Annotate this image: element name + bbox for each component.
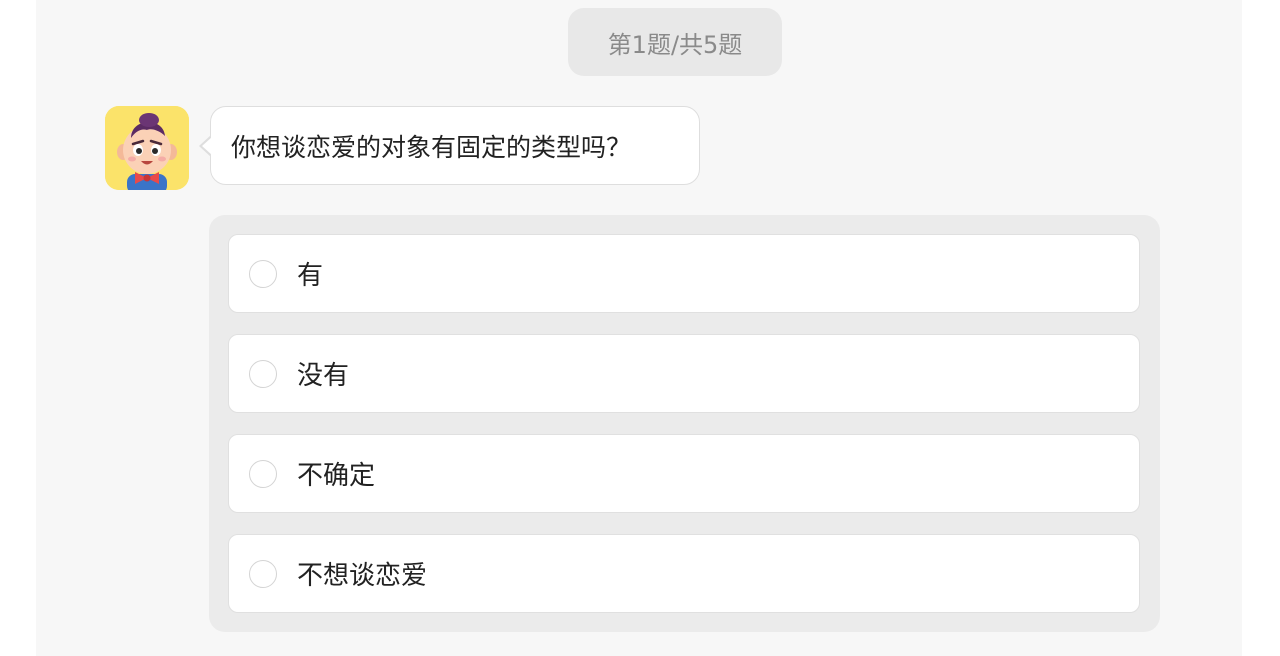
- speech-bubble-tail-fill: [201, 136, 212, 155]
- answer-options-panel: 有 没有 不确定 不想谈恋爱: [209, 215, 1160, 632]
- question-progress-badge: 第1题/共5题: [568, 8, 782, 76]
- question-progress-text: 第1题/共5题: [607, 30, 743, 59]
- question-speech-bubble: 你想谈恋爱的对象有固定的类型吗？: [210, 106, 700, 185]
- avatar-illustration: [105, 106, 189, 190]
- boy-cartoon-avatar-icon: [105, 106, 189, 190]
- radio-button[interactable]: [249, 459, 277, 488]
- quiz-page: 第1题/共5题 你想谈恋爱的对象有固定的类型吗？ 有 没有 不确定 不想谈恋爱: [36, 0, 1242, 656]
- answer-option-label: 不想谈恋爱: [297, 561, 428, 591]
- answer-option-4[interactable]: 不想谈恋爱: [228, 534, 1140, 613]
- answer-option-label: 没有: [297, 361, 350, 391]
- answer-option-2[interactable]: 没有: [228, 334, 1140, 413]
- answer-option-label: 有: [297, 261, 324, 291]
- question-text: 你想谈恋爱的对象有固定的类型吗？: [231, 132, 632, 162]
- radio-button[interactable]: [249, 359, 277, 388]
- radio-button[interactable]: [249, 259, 277, 288]
- answer-option-1[interactable]: 有: [228, 234, 1140, 313]
- answer-option-label: 不确定: [297, 461, 376, 491]
- radio-button[interactable]: [249, 559, 277, 588]
- answer-option-3[interactable]: 不确定: [228, 434, 1140, 513]
